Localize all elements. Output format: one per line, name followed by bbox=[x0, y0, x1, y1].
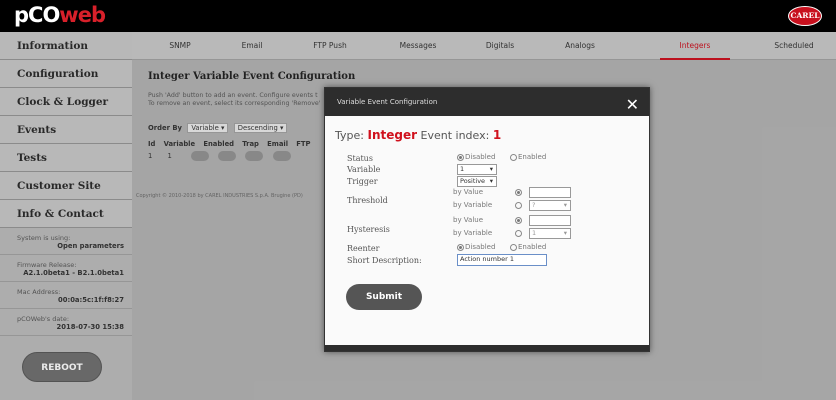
close-icon[interactable]: ✕ bbox=[626, 91, 639, 119]
variable-label: Variable bbox=[347, 165, 381, 174]
hysteresis-variable-select[interactable]: 1 ▾ bbox=[529, 228, 571, 239]
top-bar: pCOweb CAREL bbox=[0, 0, 836, 32]
threshold-by-value-label: by Value bbox=[453, 188, 484, 196]
trigger-label: Trigger bbox=[347, 177, 378, 186]
variable-value: 1 bbox=[460, 165, 465, 173]
threshold-by-value-radio[interactable] bbox=[515, 188, 523, 196]
threshold-variable-value: ? bbox=[532, 201, 536, 209]
hysteresis-by-variable-label: by Variable bbox=[453, 229, 493, 237]
event-config-modal: Variable Event Configuration ✕ Type: Int… bbox=[324, 87, 650, 352]
modal-header: Variable Event Configuration ✕ bbox=[325, 88, 649, 116]
event-index-value: 1 bbox=[492, 128, 502, 142]
radio-selected-icon bbox=[457, 153, 464, 161]
radio-selected-icon bbox=[457, 243, 464, 251]
modal-footer bbox=[325, 345, 649, 351]
hysteresis-by-value-radio[interactable] bbox=[515, 216, 523, 224]
type-value: Integer bbox=[367, 128, 418, 142]
reenter-label: Reenter bbox=[347, 244, 380, 253]
type-prefix: Type: bbox=[335, 129, 364, 142]
threshold-by-variable-label: by Variable bbox=[453, 201, 493, 209]
variable-select[interactable]: 1 ▾ bbox=[457, 164, 497, 175]
radio-unselected-icon bbox=[515, 201, 522, 209]
hysteresis-by-variable-radio[interactable] bbox=[515, 229, 523, 237]
status-disabled-label: Disabled bbox=[465, 153, 496, 161]
status-enabled-radio[interactable]: Enabled bbox=[510, 153, 546, 161]
reenter-disabled-radio[interactable]: Disabled bbox=[457, 243, 495, 251]
logo-text-web: web bbox=[59, 3, 106, 27]
threshold-value-input[interactable] bbox=[529, 187, 571, 198]
carel-logo: CAREL bbox=[788, 6, 822, 26]
status-label: Status bbox=[347, 154, 373, 163]
reenter-enabled-label: Enabled bbox=[518, 243, 547, 251]
event-index-label: Event index: bbox=[420, 129, 490, 142]
short-description-input[interactable]: Action number 1 bbox=[457, 254, 547, 266]
status-enabled-label: Enabled bbox=[518, 153, 547, 161]
short-description-label: Short Description: bbox=[347, 256, 422, 265]
pcoweb-logo: pCOweb bbox=[14, 3, 106, 27]
hysteresis-variable-value: 1 bbox=[532, 229, 537, 237]
reenter-disabled-label: Disabled bbox=[465, 243, 496, 251]
radio-unselected-icon bbox=[515, 229, 522, 237]
threshold-label: Threshold bbox=[347, 196, 388, 205]
chevron-down-icon: ▾ bbox=[563, 229, 567, 237]
threshold-by-variable-radio[interactable] bbox=[515, 201, 523, 209]
chevron-down-icon: ▾ bbox=[563, 201, 567, 209]
submit-button[interactable]: Submit bbox=[346, 284, 422, 310]
hysteresis-value-input[interactable] bbox=[529, 215, 571, 226]
hysteresis-by-value-label: by Value bbox=[453, 216, 484, 224]
hysteresis-label: Hysteresis bbox=[347, 225, 390, 234]
reenter-enabled-radio[interactable]: Enabled bbox=[510, 243, 546, 251]
logo-text-pco: pCO bbox=[14, 3, 60, 27]
radio-selected-icon bbox=[515, 216, 522, 224]
chevron-down-icon: ▾ bbox=[489, 165, 493, 173]
status-disabled-radio[interactable]: Disabled bbox=[457, 153, 495, 161]
radio-unselected-icon bbox=[510, 243, 517, 251]
radio-selected-icon bbox=[515, 188, 522, 196]
radio-unselected-icon bbox=[510, 153, 517, 161]
event-type-heading: Type: Integer Event index: 1 bbox=[335, 128, 501, 142]
threshold-variable-select[interactable]: ? ▾ bbox=[529, 200, 571, 211]
modal-title: Variable Event Configuration bbox=[337, 98, 438, 106]
trigger-value: Positive bbox=[460, 177, 486, 185]
chevron-down-icon: ▾ bbox=[489, 177, 493, 185]
trigger-select[interactable]: Positive ▾ bbox=[457, 176, 497, 187]
